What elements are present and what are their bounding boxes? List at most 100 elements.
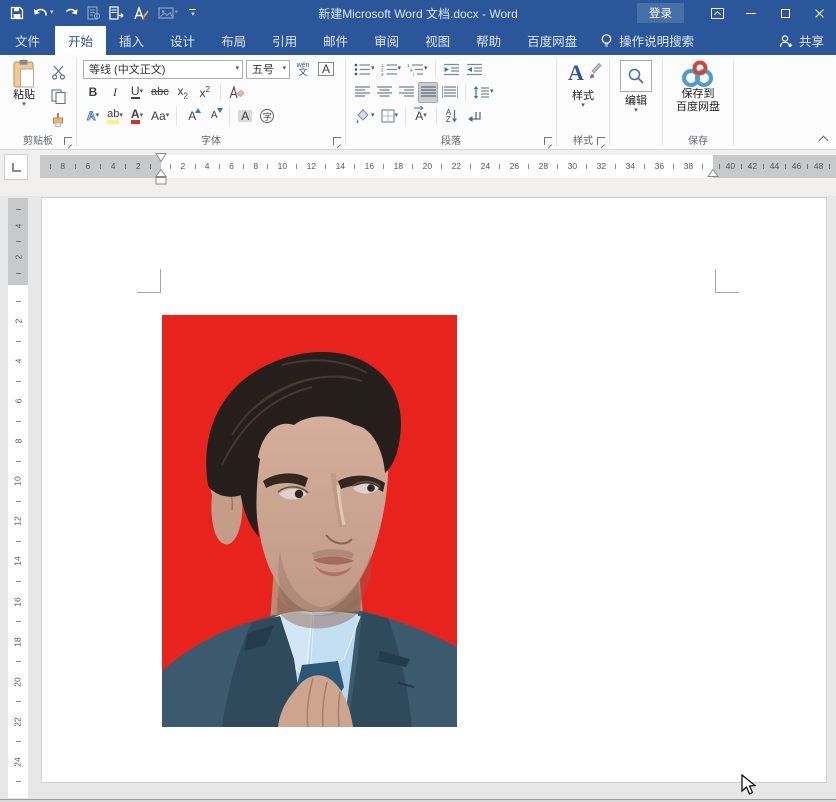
tab-layout[interactable]: 布局 [208,26,259,55]
tab-stop-selector[interactable] [4,154,28,180]
superscript-button[interactable]: x2 [195,82,215,103]
paragraph-dialog-launcher[interactable] [544,137,552,145]
vertical-ruler[interactable]: 42 24681012141618202224 [8,198,28,798]
tab-home[interactable]: 开始 [55,26,106,55]
document-page[interactable] [42,198,826,782]
justify-button[interactable] [418,82,438,103]
clear-formatting-button[interactable] [226,82,247,103]
align-left-button[interactable] [352,82,372,103]
borders-button[interactable]: ▾ [379,106,401,127]
grow-font-button[interactable]: A [182,106,202,127]
font-name-dropdown-icon[interactable]: ▾ [235,66,239,72]
copy-button[interactable] [46,85,70,107]
strikethrough-button[interactable]: abc [149,82,171,103]
tab-help[interactable]: 帮助 [463,26,514,55]
format-painter-button[interactable] [46,109,70,131]
baidu-netdisk-icon [681,60,715,88]
multilevel-dropdown-icon[interactable]: ▾ [424,66,428,72]
shrink-font-button[interactable]: A [204,106,224,127]
font-dialog-launcher[interactable] [333,137,341,145]
undo-icon[interactable]: ▾ [33,4,54,22]
enclose-characters-button[interactable]: 字 [257,106,277,127]
maximize-button[interactable] [768,0,802,26]
numbering-button[interactable]: 123 ▾ [379,59,404,80]
hanging-indent-marker[interactable] [155,169,167,177]
styles-dropdown-icon[interactable]: ▾ [581,103,585,109]
minimize-button[interactable] [734,0,768,26]
shading-dropdown-icon[interactable]: ▾ [371,113,375,119]
phonetic-guide-button[interactable]: wén 文 [293,59,313,80]
change-case-dropdown-icon[interactable]: ▾ [166,113,170,119]
text-effects-button[interactable]: A▾ [83,106,103,127]
editing-dropdown-icon[interactable]: ▾ [634,108,638,114]
login-button[interactable]: 登录 [637,3,684,23]
borders-dropdown-icon[interactable]: ▾ [395,113,399,119]
decrease-indent-button[interactable] [441,59,462,80]
align-right-button[interactable] [396,82,416,103]
character-border-button[interactable]: A [316,59,336,80]
save-to-baidu-button[interactable]: 保存到 百度网盘 [668,60,728,114]
tab-file[interactable]: 文件 [0,26,55,55]
document-area[interactable]: 42 24681012141618202224 [0,196,836,799]
distribute-button[interactable] [440,82,460,103]
text-effects-dropdown-icon[interactable]: ▾ [96,113,100,119]
character-shading-button[interactable]: A [235,106,255,127]
tab-view[interactable]: 视图 [412,26,463,55]
multilevel-list-button[interactable]: 1ai ▾ [405,59,430,80]
font-size-dropdown-icon[interactable]: ▾ [282,66,286,72]
format-brush-icon[interactable] [133,4,149,22]
undo-dropdown-icon[interactable]: ▾ [50,10,54,16]
redo-icon[interactable] [63,4,78,22]
tab-baidu-netdisk[interactable]: 百度网盘 [514,26,590,55]
subscript-button[interactable]: x2 [173,82,193,103]
asian-layout-dropdown-icon[interactable]: ▾ [423,113,427,119]
tab-review[interactable]: 审阅 [361,26,412,55]
show-marks-button[interactable] [464,106,484,127]
tab-insert[interactable]: 插入 [106,26,157,55]
bold-button[interactable]: B [83,82,103,103]
left-indent-marker[interactable] [155,177,167,185]
first-line-indent-marker[interactable] [155,153,167,162]
document-tool-icon[interactable] [109,4,124,22]
cut-button[interactable] [46,61,70,83]
save-icon[interactable] [10,4,24,22]
underline-button[interactable]: U▾ [127,82,147,103]
numbering-dropdown-icon[interactable]: ▾ [398,66,402,72]
tab-mailings[interactable]: 邮件 [310,26,361,55]
clipboard-dialog-launcher[interactable] [64,137,72,145]
line-spacing-dropdown-icon[interactable]: ▾ [490,89,494,95]
tab-design[interactable]: 设计 [157,26,208,55]
tell-me-search[interactable]: 操作说明搜索 [600,26,694,55]
paste-button[interactable]: 粘贴 ▾ [7,59,41,135]
ruler-tick [16,421,21,422]
styles-button[interactable]: A 样式 ▾ [564,60,602,109]
align-center-button[interactable] [374,82,394,103]
italic-button[interactable]: I [105,82,125,103]
text-highlight-button[interactable]: ab▾ [105,106,125,127]
ribbon-display-options-button[interactable] [700,0,734,26]
bullets-button[interactable]: ▾ [352,59,377,80]
editing-button[interactable]: 编辑 ▾ [619,60,653,114]
change-case-button[interactable]: Aa▾ [149,106,171,127]
tab-references[interactable]: 引用 [259,26,310,55]
highlight-dropdown-icon[interactable]: ▾ [119,113,123,119]
font-size-combobox[interactable]: 五号 ▾ [246,60,290,79]
font-name-combobox[interactable]: 等线 (中文正文) ▾ [83,60,243,79]
font-color-button[interactable]: A▾ [127,106,147,127]
customize-qat-icon[interactable]: ▾ [189,9,196,18]
shading-button[interactable]: ▾ [352,106,377,127]
increase-indent-button[interactable] [464,59,485,80]
font-color-dropdown-icon[interactable]: ▾ [140,113,144,119]
bullets-dropdown-icon[interactable]: ▾ [371,66,375,72]
right-indent-marker[interactable] [707,169,719,177]
portrait-photo[interactable] [162,315,457,727]
underline-dropdown-icon[interactable]: ▾ [140,89,144,95]
styles-dialog-launcher[interactable] [597,137,605,145]
close-button[interactable] [802,0,836,26]
collapse-ribbon-icon[interactable] [819,134,828,143]
sort-button[interactable]: AZ [442,106,462,127]
asian-layout-button[interactable]: A ▾ [411,106,431,127]
share-button[interactable]: 共享 [778,26,836,55]
paste-dropdown-icon[interactable]: ▾ [22,102,26,108]
line-spacing-button[interactable]: ▾ [471,82,496,103]
